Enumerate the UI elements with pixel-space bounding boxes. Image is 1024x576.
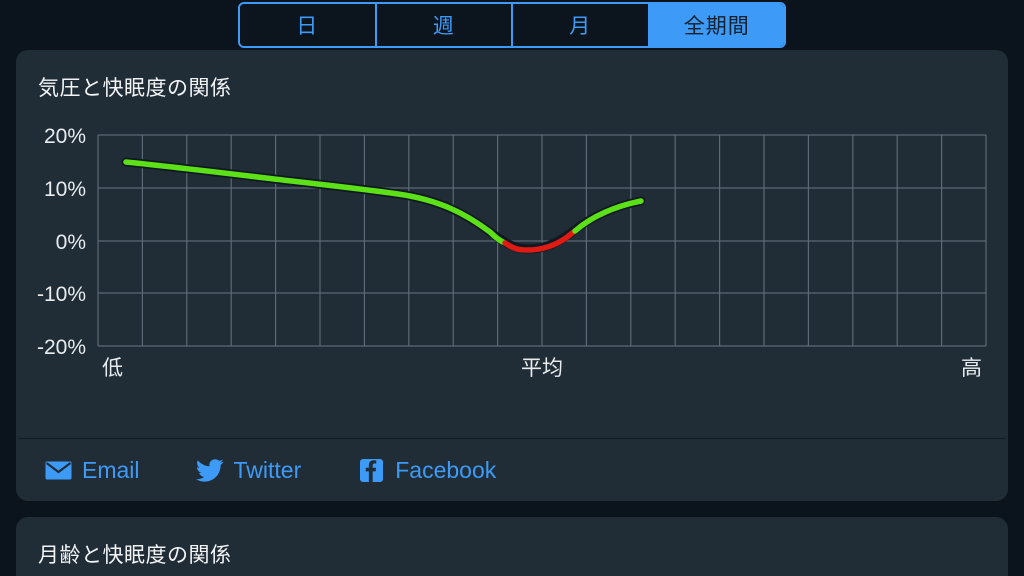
chart-y-axis-labels: 20% 10% 0% -10% -20%	[37, 125, 86, 359]
x-tick-high: 高	[961, 357, 982, 380]
share-twitter-button[interactable]: Twitter	[195, 456, 302, 484]
card-moonage-sleep: 月齢と快眠度の関係	[16, 517, 1008, 576]
pressure-chart-svg: 20% 10% 0% -10% -20% 低 平均 高	[37, 125, 987, 380]
y-tick-neg20: -20%	[37, 336, 86, 359]
tab-day[interactable]: 日	[240, 4, 377, 46]
tab-month[interactable]: 月	[513, 4, 650, 46]
tab-day-label: 日	[296, 15, 319, 38]
tab-week[interactable]: 週	[376, 4, 513, 46]
tab-month-label: 月	[569, 15, 592, 38]
card-moonage-title: 月齢と快眠度の関係	[38, 544, 232, 567]
y-tick-10: 10%	[44, 178, 86, 201]
segmented-control[interactable]: 日 週 月 全期間	[238, 2, 786, 48]
period-selector-bar: 日 週 月 全期間	[0, 0, 1024, 50]
chart-line-positive-left	[123, 159, 508, 246]
facebook-f-icon	[357, 458, 385, 482]
tab-week-label: 週	[432, 15, 455, 38]
twitter-bird-icon	[195, 458, 224, 482]
card-pressure-sleep: 気圧と快眠度の関係 20% 10% 0% -10% -20% 低 平均 高 Em…	[16, 50, 1008, 501]
tab-all-time[interactable]: 全期間	[649, 4, 784, 46]
chart-line-shadow	[121, 157, 646, 254]
tab-all-time-label: 全期間	[683, 15, 750, 38]
y-tick-neg10: -10%	[37, 283, 86, 306]
share-facebook-button[interactable]: Facebook	[357, 457, 496, 484]
chart-x-axis-labels: 低 平均 高	[102, 357, 982, 380]
y-tick-20: 20%	[44, 125, 86, 148]
y-tick-0: 0%	[56, 231, 86, 254]
envelope-icon	[44, 458, 72, 482]
share-twitter-label: Twitter	[233, 456, 302, 483]
share-row: Email Twitter Facebook	[16, 439, 1008, 501]
share-facebook-label: Facebook	[395, 456, 497, 483]
card-pressure-title: 気圧と快眠度の関係	[38, 77, 232, 100]
x-tick-average: 平均	[521, 357, 563, 380]
chart-gridlines-vertical	[97, 135, 987, 346]
x-tick-low: 低	[102, 357, 123, 380]
share-email-label: Email	[82, 456, 140, 483]
pressure-chart: 20% 10% 0% -10% -20% 低 平均 高	[16, 102, 1008, 438]
share-email-button[interactable]: Email	[44, 457, 140, 484]
